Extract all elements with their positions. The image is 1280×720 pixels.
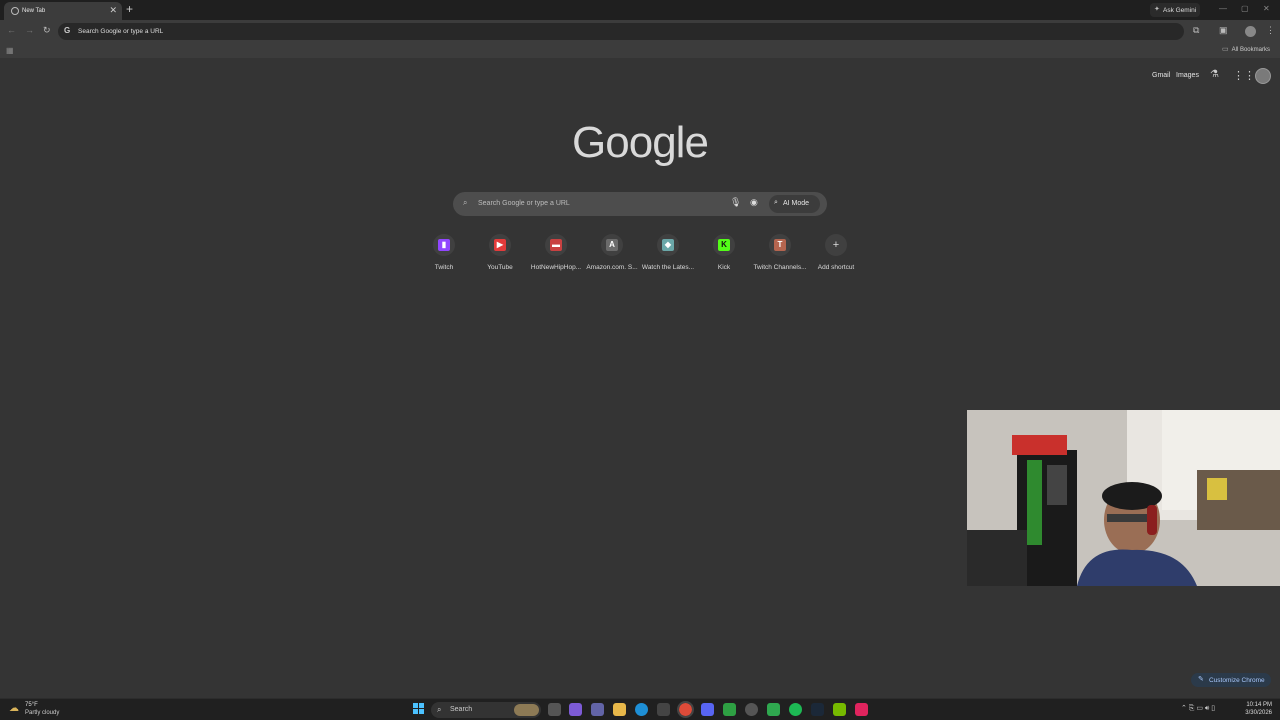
all-bookmarks-button[interactable]: ▭ All Bookmarks: [1222, 45, 1270, 53]
taskbar-search[interactable]: ⌕ Search: [431, 702, 541, 718]
weather-icon: ☁: [9, 703, 19, 714]
profile-icon[interactable]: [1245, 26, 1256, 37]
store-icon[interactable]: [657, 703, 670, 716]
reload-icon[interactable]: ↻: [43, 25, 51, 36]
microphone-icon[interactable]: 🎙︎: [730, 197, 741, 208]
search-icon: ⌕: [437, 705, 442, 714]
start-button[interactable]: [413, 703, 425, 715]
shortcut-tile[interactable]: A Amazon.com. S...: [584, 234, 640, 278]
labs-icon[interactable]: ⚗: [1210, 69, 1219, 80]
shortcut-label: Kick: [717, 264, 731, 271]
shortcut-tile[interactable]: ▮ Twitch: [416, 234, 472, 278]
shortcut-favicon-icon: T: [774, 239, 786, 251]
shortcut-tile[interactable]: ▶ YouTube: [472, 234, 528, 278]
shortcut-tile[interactable]: + Add shortcut: [808, 234, 864, 278]
teams-icon[interactable]: [591, 703, 604, 716]
discord-icon[interactable]: [701, 703, 714, 716]
google-logo: Google: [572, 118, 709, 167]
shortcut-tile[interactable]: ▬ HotNewHipHop...: [528, 234, 584, 278]
webcam-overlay: [967, 410, 1280, 586]
webcam-feed-image: [967, 410, 1280, 586]
ai-search-icon: ⌕: [774, 199, 778, 206]
shortcut-favicon-icon: ▶: [494, 239, 506, 251]
bookmarks-bar: ▦ ▭ All Bookmarks: [0, 42, 1280, 58]
clock-time[interactable]: 10:14 PM: [1240, 702, 1272, 708]
search-icon: ⌕: [463, 198, 468, 207]
tab-title: New Tab: [22, 8, 46, 14]
weather-desc: Partly cloudy: [25, 710, 60, 716]
omnibox-placeholder: Search Google or type a URL: [78, 28, 164, 35]
menu-icon[interactable]: ⋮: [1266, 25, 1275, 36]
new-tab-page: Gmail Images ⚗ ⋮⋮⋮ Google ⌕ Search Googl…: [0, 58, 1280, 698]
clock-date[interactable]: 3/30/2026: [1240, 710, 1272, 716]
shortcut-favicon-icon: +: [832, 239, 840, 251]
windows-taskbar: ☁ 75°F Partly cloudy ⌕ Search ⌃ ⎘ ▭ 🔊︎ ▯…: [0, 698, 1280, 720]
omnibox[interactable]: G Search Google or type a URL: [58, 23, 1184, 40]
shortcut-favicon-icon: A: [606, 239, 618, 251]
toolbar: ← → ↻ G Search Google or type a URL: [0, 20, 1280, 42]
ask-gemini-label: Ask Gemini: [1163, 7, 1197, 14]
shortcut-tile[interactable]: T Twitch Channels...: [752, 234, 808, 278]
shortcut-label: YouTube: [487, 264, 513, 271]
shortcut-label: Watch the Lates...: [641, 264, 695, 271]
images-link[interactable]: Images: [1176, 72, 1199, 79]
gemini-icon: ✦: [1154, 6, 1160, 13]
side-panel-icon[interactable]: ▣: [1219, 25, 1228, 36]
close-tab-icon[interactable]: ✕: [109, 5, 117, 16]
chrome-icon[interactable]: [677, 701, 694, 718]
search-placeholder: Search Google or type a URL: [478, 200, 570, 207]
shortcut-label: Add shortcut: [817, 264, 855, 271]
shortcut-label: Amazon.com. S...: [586, 264, 638, 271]
account-avatar[interactable]: [1255, 68, 1271, 84]
spotify-icon[interactable]: [789, 703, 802, 716]
maximize-icon[interactable]: ▢: [1241, 4, 1249, 13]
weather-temp: 75°F: [25, 702, 38, 708]
apps-icon[interactable]: ▦: [6, 46, 14, 55]
customize-chrome-label: Customize Chrome: [1209, 677, 1265, 684]
steam-icon[interactable]: [811, 703, 824, 716]
all-bookmarks-label: All Bookmarks: [1231, 47, 1270, 53]
chrome-icon: [11, 7, 19, 15]
shortcut-tile[interactable]: ◆ Watch the Lates...: [640, 234, 696, 278]
pencil-icon: ✎: [1198, 676, 1204, 683]
minimize-icon[interactable]: —: [1219, 4, 1227, 13]
search-highlight-image: [514, 704, 539, 716]
tab-strip: New Tab ✕ + ✦ Ask Gemini — ▢ ✕: [0, 0, 1280, 20]
ai-mode-label: AI Mode: [783, 200, 810, 207]
shortcut-favicon-icon: ▮: [438, 239, 450, 251]
file-explorer-icon[interactable]: [613, 703, 626, 716]
lens-icon[interactable]: ◉: [750, 197, 758, 208]
extensions-icon[interactable]: ⧉: [1193, 25, 1199, 36]
close-window-icon[interactable]: ✕: [1263, 4, 1270, 13]
google-g-icon: G: [64, 26, 71, 35]
copilot-icon[interactable]: [569, 703, 582, 716]
new-tab-button[interactable]: +: [126, 2, 133, 16]
app-icon[interactable]: [767, 703, 780, 716]
taskbar-search-label: Search: [450, 706, 473, 713]
tab-new-tab[interactable]: New Tab ✕: [4, 2, 122, 20]
back-icon[interactable]: ←: [7, 25, 16, 35]
system-tray[interactable]: ⌃ ⎘ ▭ 🔊︎ ▯: [1181, 704, 1215, 713]
shortcut-favicon-icon: ◆: [662, 239, 674, 251]
shortcut-tile[interactable]: K Kick: [696, 234, 752, 278]
obs-icon[interactable]: [745, 703, 758, 716]
search-box[interactable]: ⌕ Search Google or type a URL 🎙︎ ◉ ⌕ AI …: [453, 192, 827, 216]
xbox-icon[interactable]: [723, 703, 736, 716]
shortcut-favicon-icon: ▬: [550, 239, 562, 251]
shortcut-favicon-icon: K: [718, 239, 730, 251]
shortcut-label: HotNewHipHop...: [530, 264, 582, 271]
customize-chrome-button[interactable]: ✎ Customize Chrome: [1191, 673, 1271, 687]
gmail-link[interactable]: Gmail: [1152, 72, 1170, 79]
nvidia-icon[interactable]: [833, 703, 846, 716]
shortcut-label: Twitch Channels...: [753, 264, 807, 271]
ask-gemini-button[interactable]: ✦ Ask Gemini: [1150, 3, 1200, 17]
task-view-icon[interactable]: [548, 703, 561, 716]
shortcut-label: Twitch: [434, 264, 454, 271]
ai-mode-button[interactable]: ⌕ AI Mode: [769, 195, 820, 213]
folder-icon: ▭: [1222, 46, 1229, 53]
edge-icon[interactable]: [635, 703, 648, 716]
forward-icon[interactable]: →: [25, 25, 34, 35]
tiktok-icon[interactable]: [855, 703, 868, 716]
